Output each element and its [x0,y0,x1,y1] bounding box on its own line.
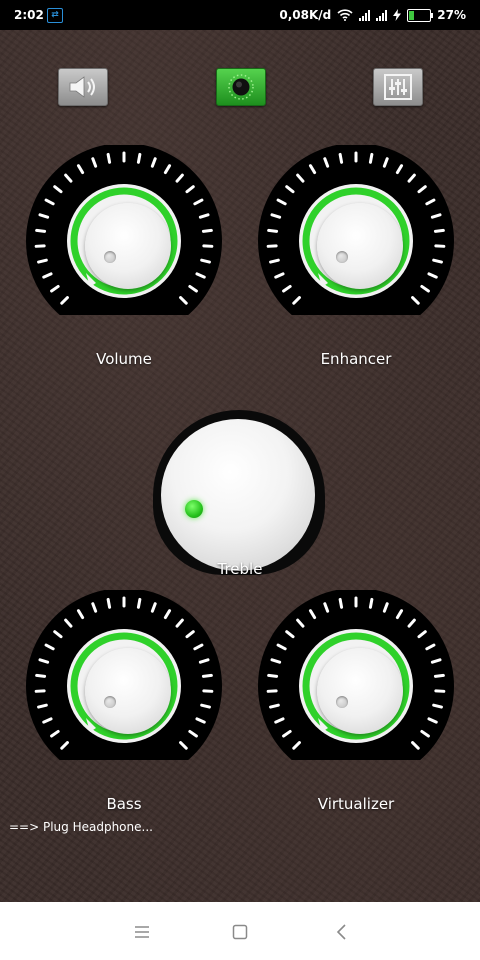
dial-tick [338,597,344,609]
bass-label: Bass [106,795,142,813]
virtualizer-knob[interactable] [256,590,456,765]
volume-label: Volume [96,350,152,368]
network-speed: 0,08K/d [279,8,332,22]
equalizer-icon [384,74,412,100]
wifi-icon [337,9,353,21]
treble-knob-face[interactable] [161,419,315,571]
back-button[interactable] [329,920,353,944]
bass-knob-indicator [104,696,116,708]
knob-icon [228,74,254,100]
battery-icon [407,8,434,22]
dial-tick [37,703,48,709]
enhancer-knob-indicator [336,251,348,263]
dial-tick [267,673,279,678]
status-right: 0,08K/d 27% [279,8,466,22]
menu-button[interactable] [130,920,154,944]
speaker-icon [69,76,95,98]
dial-tick [201,228,213,233]
dial-tick [106,152,112,164]
dial-tick [35,673,47,678]
treble-indicator-led [185,500,203,518]
virtualizer-label: Virtualizer [317,795,395,813]
back-icon [336,924,346,940]
enhancer-knob-face[interactable] [317,203,403,289]
speaker-button[interactable] [58,68,108,106]
dial-tick [338,152,344,164]
treble-knob[interactable] [153,410,325,575]
dial-tick [269,703,280,709]
bass-knob-face[interactable] [85,648,171,734]
dial-tick [432,703,443,709]
volume-knob[interactable] [24,145,224,320]
enhancer-label: Enhancer [320,350,392,368]
dial-tick [433,228,445,233]
battery-level [409,10,415,20]
status-time: 2:02 [14,8,44,22]
virtualizer-knob-indicator [336,696,348,708]
dial-tick [368,597,374,609]
dial-tick [136,152,142,164]
enhancer-knob[interactable] [256,145,456,320]
dial-tick [136,597,142,609]
dial-tick [37,258,48,264]
dial-tick [200,703,211,709]
equalizer-button[interactable] [373,68,423,106]
dial-tick [368,152,374,164]
knob-mode-button[interactable] [216,68,266,106]
plug-headphone-hint: ==> Plug Headphone... [9,820,153,834]
dial-tick [267,228,279,233]
home-icon [232,924,248,940]
dial-tick [200,258,211,264]
signal-icon [376,9,388,21]
charging-icon [393,9,402,21]
dial-tick [432,258,443,264]
menu-icon [135,926,149,938]
home-button[interactable] [228,920,252,944]
dial-tick [35,228,47,233]
status-bar: 2:02 ⇄ 0,08K/d 27% [0,0,480,30]
notification-icon: ⇄ [47,8,63,23]
app-canvas: Volume Enhancer Treble Bass Virtualizer … [0,30,480,902]
treble-label: Treble [217,560,263,578]
dial-tick [433,673,445,678]
dial-tick [106,597,112,609]
volume-knob-indicator [104,251,116,263]
dial-tick [201,673,213,678]
navigation-bar [0,902,480,960]
virtualizer-knob-face[interactable] [317,648,403,734]
volume-knob-face[interactable] [85,203,171,289]
bass-knob[interactable] [24,590,224,765]
dial-tick [269,258,280,264]
signal-icon [359,9,371,21]
battery-percent: 27% [437,8,466,22]
